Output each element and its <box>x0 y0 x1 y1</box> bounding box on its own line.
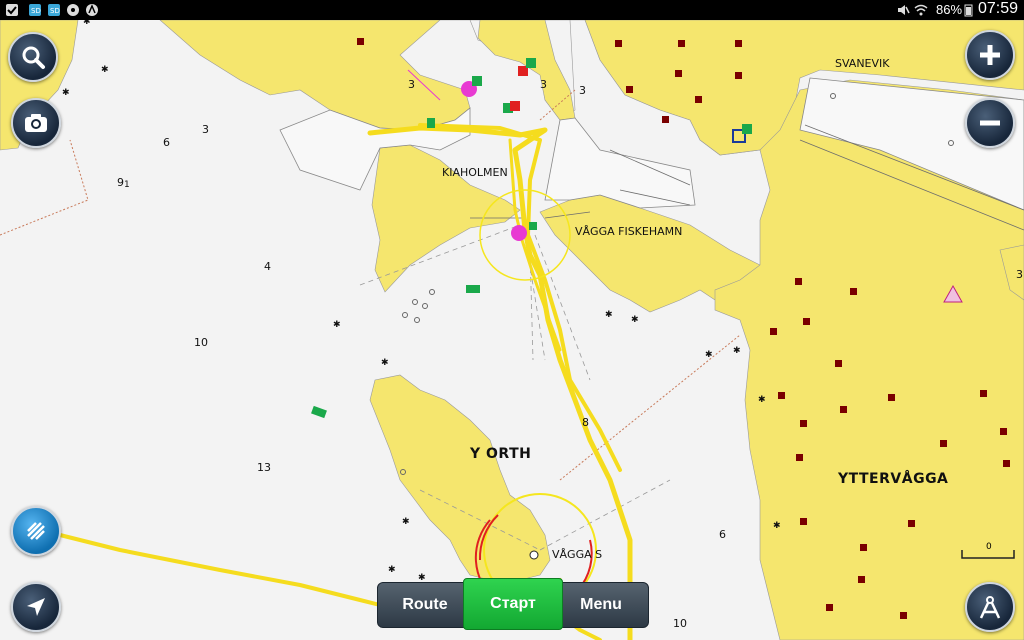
depth-sounding: 6 <box>163 136 170 149</box>
svg-text:SD: SD <box>50 7 60 15</box>
depth-sounding: 10 <box>194 336 208 349</box>
compass-button[interactable] <box>965 582 1015 632</box>
region-label-yttervagga: YTTERVÅGGA <box>838 471 949 487</box>
depth-sounding: 9 <box>117 176 124 189</box>
place-label-vagga-s: VÅGGA S <box>552 548 603 561</box>
start-button[interactable]: Старт <box>463 578 563 630</box>
camera-icon <box>25 114 47 132</box>
menu-button[interactable]: Menu <box>553 582 649 628</box>
depth-sounding: 8 <box>582 416 589 429</box>
marina-icon <box>511 225 527 241</box>
depth-sounding: 13 <box>257 461 271 474</box>
svg-text:✱: ✱ <box>388 565 396 575</box>
svg-text:✱: ✱ <box>605 310 613 320</box>
clock: 07:59 <box>978 0 1019 17</box>
plus-icon <box>980 45 1000 65</box>
svg-text:✱: ✱ <box>758 395 766 405</box>
svg-text:✱: ✱ <box>101 65 109 75</box>
sd-card-icon: SD <box>29 4 41 16</box>
depth-sounding: 3 <box>579 84 586 97</box>
notification-icon <box>67 4 79 16</box>
svg-text:✱: ✱ <box>705 350 713 360</box>
place-label-vagga-fiskehamn: VÅGGA FISKEHAMN <box>575 225 683 238</box>
region-label-y-orth: Y ORTH <box>470 446 532 462</box>
chart-layers-button[interactable] <box>11 506 61 556</box>
depth-sounding: 3 <box>1016 268 1023 281</box>
battery-icon <box>964 4 973 17</box>
depth-sounding: 6 <box>719 528 726 541</box>
check-icon <box>6 4 18 16</box>
depth-sounding: 10 <box>673 617 687 630</box>
compass-rose-icon <box>979 596 1001 619</box>
lighthouse-icon <box>529 550 539 560</box>
zoom-out-button[interactable] <box>965 98 1015 148</box>
nautical-chart[interactable]: ✱✱✱✱ ✱ ✱✱ ✱ ✱✱✱✱ ✱✱ <box>0 20 1024 640</box>
battery-percent: 86% <box>936 2 963 17</box>
depth-sounding: 3 <box>408 78 415 91</box>
screenshot-button[interactable] <box>11 98 61 148</box>
navigate-button[interactable] <box>11 582 61 632</box>
place-label-kiaholmen: KIAHOLMEN <box>442 166 508 179</box>
minus-icon <box>980 120 1000 126</box>
depth-sounding: 4 <box>264 260 271 273</box>
svg-text:✱: ✱ <box>62 88 70 98</box>
zoom-in-button[interactable] <box>965 30 1015 80</box>
status-bar: SD SD 86% 07:59 <box>0 0 1024 20</box>
depth-sounding: 1 <box>124 180 130 190</box>
depth-sounding: 3 <box>202 123 209 136</box>
sd-card-icon: SD <box>48 4 60 16</box>
wifi-icon <box>914 4 928 16</box>
place-label-svanevik: SVANEVIK <box>835 57 890 70</box>
chart-layers-icon <box>27 522 45 540</box>
svg-text:SD: SD <box>31 7 41 15</box>
svg-text:✱: ✱ <box>402 517 410 527</box>
navigation-arrow-icon <box>27 598 45 616</box>
svg-text:✱: ✱ <box>631 315 639 325</box>
svg-text:✱: ✱ <box>381 358 389 368</box>
scale-label: 0 <box>986 542 992 552</box>
depth-sounding: 3 <box>540 78 547 91</box>
svg-text:✱: ✱ <box>333 320 341 330</box>
mute-icon <box>898 5 910 15</box>
search-button[interactable] <box>8 32 58 82</box>
green-service-icon <box>472 76 482 86</box>
svg-text:✱: ✱ <box>733 346 741 356</box>
svg-text:✱: ✱ <box>83 20 91 27</box>
svg-text:✱: ✱ <box>773 521 781 531</box>
magnifier-icon <box>22 46 45 69</box>
route-button[interactable]: Route <box>377 582 473 628</box>
compass-app-icon <box>86 4 98 16</box>
wreck-icon <box>466 285 480 293</box>
